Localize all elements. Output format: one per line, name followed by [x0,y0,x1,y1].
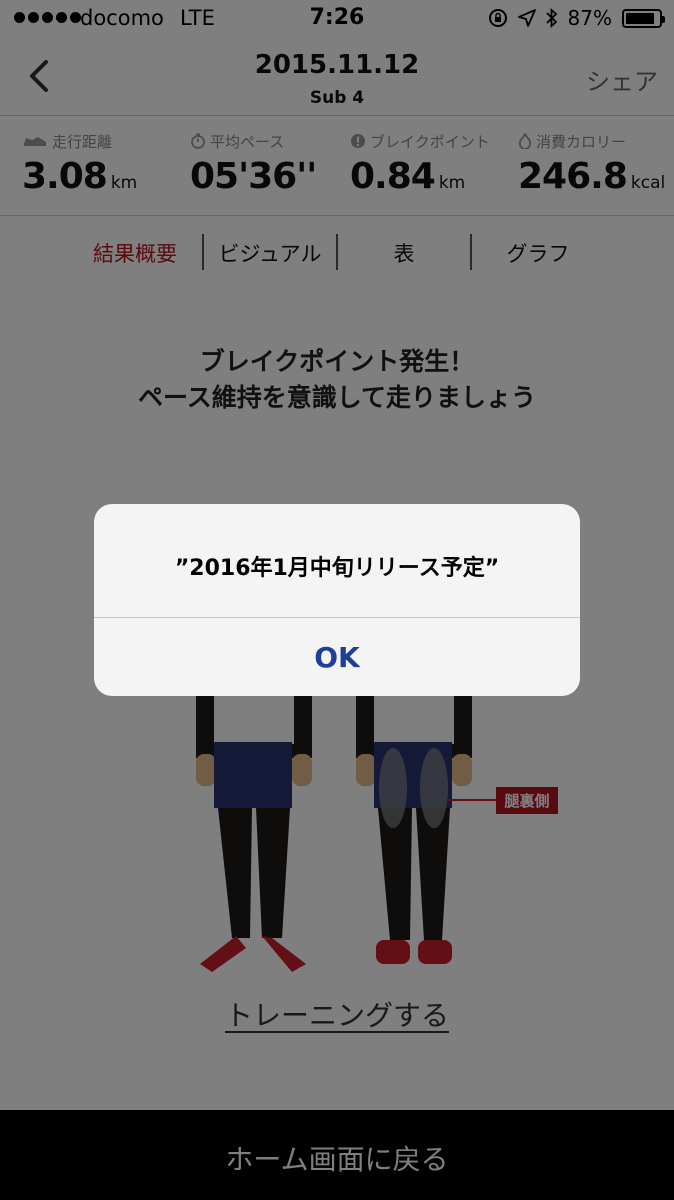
alert-message: ”2016年1月中旬リリース予定” [174,556,500,581]
alert-dialog: ”2016年1月中旬リリース予定” OK [94,504,580,696]
alert-ok-button[interactable]: OK [94,618,580,696]
